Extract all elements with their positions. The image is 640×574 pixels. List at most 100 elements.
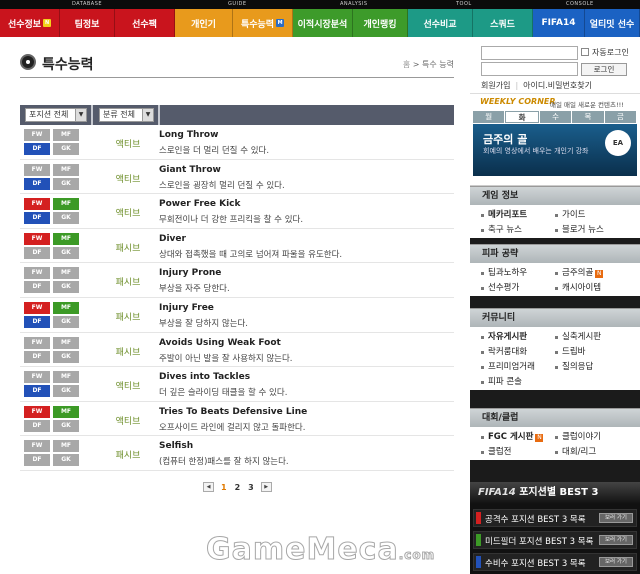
category-filter-select[interactable]: 분류 전체 ▼	[99, 108, 154, 122]
weekly-day-tab[interactable]: 월	[473, 111, 505, 123]
weekly-banner[interactable]: 금주의 골 회예의 영상에서 배우는 개인기 강좌 EA	[473, 124, 637, 176]
sidebar-menu-link-label: 블로거 뉴스	[562, 225, 604, 235]
sidebar-menu-link[interactable]: 가이드	[554, 208, 628, 223]
category-guide: GUIDE	[228, 1, 247, 7]
page-title: 특수능력	[42, 57, 94, 73]
page-number-link[interactable]: 1	[221, 483, 227, 492]
password-input[interactable]	[481, 62, 578, 76]
sidebar-menu-link[interactable]: 대회/리그	[554, 445, 628, 460]
find-account-link[interactable]: 아이디.비밀번호찾기	[523, 81, 592, 90]
sidebar-menu-link[interactable]: 블로거 뉴스	[554, 223, 628, 238]
page-number-link[interactable]: 3	[248, 483, 254, 492]
position-badge-df: DF	[24, 246, 50, 259]
nav-badge: M	[276, 19, 285, 27]
sidebar-menu-link[interactable]: 팁과노하우	[480, 266, 554, 281]
sidebar-menu-link-label: 드립바	[562, 347, 586, 357]
sidebar-menu-link[interactable]: 락커룸대화	[480, 345, 554, 360]
sidebar-menu-link-label: 캐시아이템	[562, 283, 602, 293]
ability-row: FW MF DF GK 패시브 Selfish (컴퓨터 한정)패스를 잘 하지 않는다.	[20, 436, 454, 471]
sidebar-menu-link[interactable]: 축구 뉴스	[480, 223, 554, 238]
weekly-day-tab[interactable]: 금	[604, 111, 637, 123]
position-filter-select[interactable]: 포지션 전체 ▼	[25, 108, 87, 122]
sidebar-menu-link-label: 대회/리그	[562, 447, 597, 457]
nav-item[interactable]: 선수팩	[115, 9, 175, 37]
ability-name: Diver	[159, 233, 186, 244]
weekly-day-tab[interactable]: 수	[539, 111, 572, 123]
title-divider	[20, 77, 454, 78]
breadcrumb-home[interactable]: 홈	[403, 60, 410, 69]
sidebar-menu-link[interactable]: 실축게시판	[554, 330, 628, 345]
prev-page-button[interactable]: ◀	[203, 482, 214, 492]
sidebar-menu-link[interactable]: 클럽이야기	[554, 430, 628, 445]
position-badge-mf: MF	[53, 129, 79, 141]
sidebar: 자동로그인 로그인 회원가입 | 아이디.비밀번호찾기 WEEKLY CORNER …	[470, 37, 640, 574]
sidebar-menu-link[interactable]: 클럽전	[480, 445, 554, 460]
sidebar-menu-link[interactable]: 드립바	[554, 345, 628, 360]
position-badge-df: DF	[24, 212, 50, 225]
pagination: ◀ 123 ▶	[200, 481, 275, 493]
category-database: DATABASE	[72, 1, 103, 7]
auto-login-checkbox[interactable]	[581, 48, 589, 56]
nav-item[interactable]: 선수정보 N	[0, 9, 60, 37]
position-badge-mf: MF	[53, 405, 79, 418]
nav-item[interactable]: 이적시장분석	[293, 9, 353, 37]
position-badge-df: DF	[24, 385, 50, 398]
weekly-day-tab[interactable]: 목	[572, 111, 604, 123]
login-button[interactable]: 로그인	[581, 63, 627, 76]
sidebar-menu-link[interactable]: 피파 콘솔	[480, 375, 554, 390]
next-page-button[interactable]: ▶	[260, 482, 272, 492]
ability-row: FW MF DF GK 액티브 Dives into Tackles 더 깊은 슬라이딩 태…	[20, 367, 454, 402]
weekly-banner-desc: 회예의 영상에서 배우는 개인기 강좌	[483, 147, 589, 155]
nav-item-label: 스쿼드	[490, 19, 515, 30]
sidebar-menu-title: 대회/클럽	[470, 409, 640, 427]
sidebar-menu-link[interactable]: FGC 게시판 N	[480, 430, 554, 445]
sidebar-menu-link[interactable]: 프리미엄거래	[480, 360, 554, 375]
view-button[interactable]: 보러 가기	[599, 513, 633, 523]
ability-description: 더 깊은 슬라이딩 태클을 할 수 있다.	[159, 388, 288, 399]
weekly-day-tab[interactable]: 화	[505, 111, 539, 123]
position-badge-mf: MF	[53, 336, 79, 349]
nav-item[interactable]: FIFA14	[533, 9, 585, 37]
ability-table: FW MF DF GK 액티브 Long Throw 스로인을 더 멀리 던질 수 있다. F…	[20, 125, 454, 471]
sidebar-menu-link[interactable]: 캐시아이템	[554, 281, 628, 296]
ability-name: Avoids Using Weak Foot	[159, 337, 281, 348]
position-badge-df: DF	[24, 281, 50, 294]
position-badge-fw: FW	[24, 163, 50, 176]
category-analysis: ANALYSIS	[340, 1, 368, 7]
position-badge-fw: FW	[24, 267, 50, 280]
nav-item[interactable]: 개인기	[175, 9, 233, 37]
best3-title: 포지션별 BEST 3	[519, 487, 599, 498]
sidebar-menu-link[interactable]: 질의응답	[554, 360, 628, 375]
position-badge-gk: GK	[53, 143, 79, 155]
sidebar-menu-link[interactable]: 금주의골 N	[554, 266, 628, 281]
sidebar-menu-link-label: 프리미엄거래	[488, 362, 535, 372]
nav-item[interactable]: 스쿼드	[473, 9, 533, 37]
nav-badge: N	[43, 19, 52, 27]
view-button[interactable]: 보러 가기	[599, 557, 633, 567]
weekly-banner-title: 금주의 골	[483, 133, 528, 146]
sidebar-menu-link[interactable]: 자유게시판	[480, 330, 554, 345]
ability-name: Power Free Kick	[159, 199, 241, 210]
nav-item[interactable]: 팀정보	[60, 9, 115, 37]
position-badge-mf: MF	[53, 198, 79, 211]
user-id-input[interactable]	[481, 46, 578, 60]
ability-type: 액티브	[115, 174, 141, 185]
nav-item[interactable]: 선수비교	[408, 9, 473, 37]
position-badge-mf: MF	[53, 163, 79, 176]
position-badge-df: DF	[24, 315, 50, 328]
sidebar-menu-link[interactable]: 선수평가	[480, 281, 554, 296]
nav-item-label: 선수정보	[7, 19, 42, 30]
dropdown-arrow-icon: ▼	[142, 109, 153, 121]
position-color-marker	[476, 512, 481, 524]
page-number-link[interactable]: 2	[235, 483, 241, 492]
view-button[interactable]: 보러 가기	[599, 535, 633, 545]
position-badge-fw: FW	[24, 129, 50, 141]
nav-item[interactable]: 특수능력 M	[233, 9, 293, 37]
breadcrumb-separator: >	[412, 60, 420, 69]
nav-item[interactable]: 얼티밋 선수	[585, 9, 640, 37]
sidebar-menu-link-label: 질의응답	[562, 362, 594, 372]
ability-description: (컴퓨터 한정)패스를 잘 하지 않는다.	[159, 457, 289, 468]
signup-link[interactable]: 회원가입	[481, 81, 510, 90]
sidebar-menu-link[interactable]: 메카리포트	[480, 208, 554, 223]
nav-item[interactable]: 개인랭킹	[353, 9, 408, 37]
